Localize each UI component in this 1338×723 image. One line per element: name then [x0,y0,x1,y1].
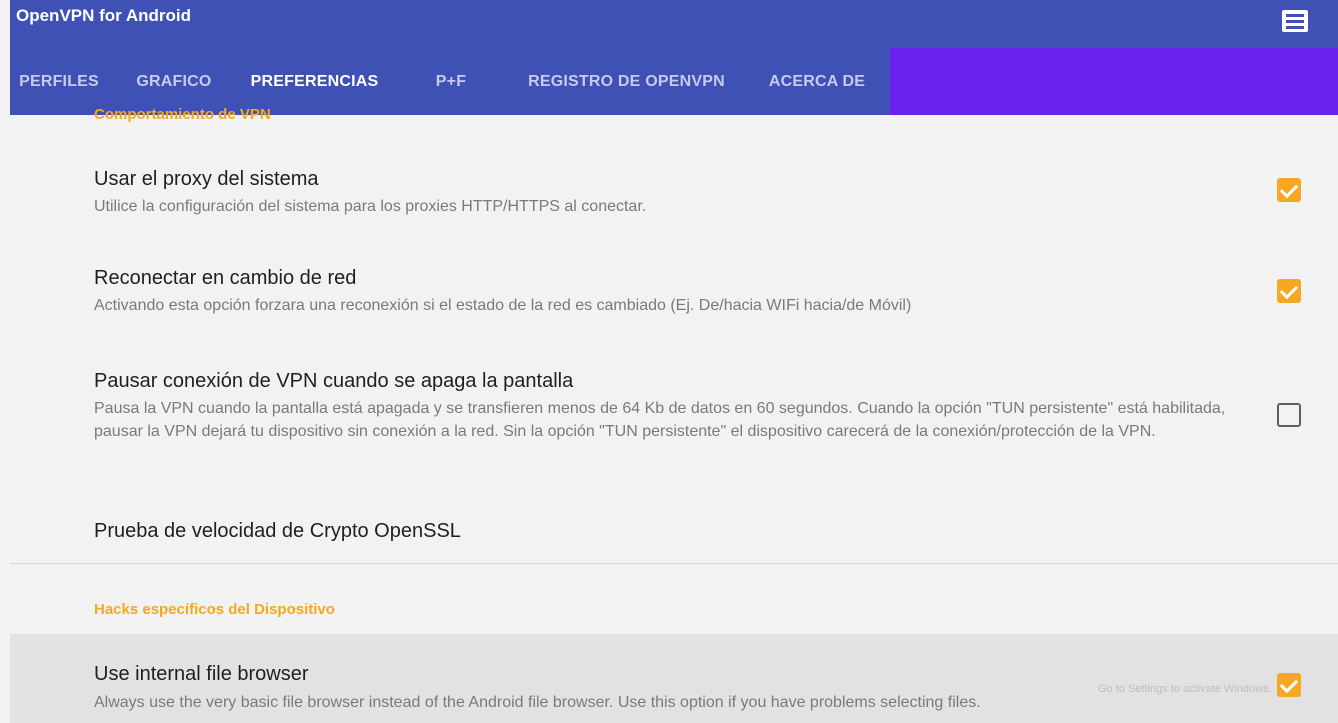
pref-title-system-proxy[interactable]: Usar el proxy del sistema [94,167,319,191]
pref-summary-system-proxy: Utilice la configuración del sistema par… [94,198,647,215]
tab-pf[interactable]: P+F [420,48,482,115]
tab-perfiles[interactable]: PERFILES [4,48,114,115]
checkbox-pause-vpn-screen-off[interactable] [1277,403,1301,427]
pref-summary-pause-vpn-screen-off: Pausa la VPN cuando la pantalla está apa… [94,400,1226,440]
tab-bar: PERFILES GRAFICO PREFERENCIAS P+F REGIST… [10,48,890,115]
section-header-device-hacks: Hacks específicos del Dispositivo [94,601,335,618]
app-title: OpenVPN for Android [16,6,192,25]
app-window: OpenVPN for Android PERFILES GRAFICO PRE… [0,0,1338,723]
preferences-list[interactable]: Comportamiento de VPN Usar el proxy del … [10,106,1338,723]
pref-title-internal-file-browser[interactable]: Use internal file browser [94,662,309,686]
pref-title-pause-vpn-screen-off[interactable]: Pausar conexión de VPN cuando se apaga l… [94,369,573,393]
app-bar: OpenVPN for Android [10,0,1338,48]
section-header-vpn-behavior: Comportamiento de VPN [94,106,271,123]
tab-bar-extension [890,48,1338,115]
tab-acerca-de[interactable]: ACERCA DE [758,48,876,115]
checkbox-reconnect-network[interactable] [1277,279,1301,303]
pref-summary-reconnect-network: Activando esta opción forzara una recone… [94,297,912,314]
windows-activation-watermark: Go to Settings to activate Windows. [1098,683,1272,695]
tab-grafico[interactable]: GRAFICO [122,48,226,115]
pref-summary-internal-file-browser: Always use the very basic file browser i… [94,694,981,711]
overflow-menu-icon[interactable] [1282,10,1308,32]
checkbox-internal-file-browser[interactable] [1277,673,1301,697]
section-divider [10,563,1338,564]
checkbox-system-proxy[interactable] [1277,178,1301,202]
tab-preferencias[interactable]: PREFERENCIAS [228,48,401,115]
pref-title-reconnect-network[interactable]: Reconectar en cambio de red [94,266,356,290]
pref-title-openssl-speed-test[interactable]: Prueba de velocidad de Crypto OpenSSL [94,519,461,543]
tab-registro-openvpn[interactable]: REGISTRO DE OPENVPN [504,48,749,115]
